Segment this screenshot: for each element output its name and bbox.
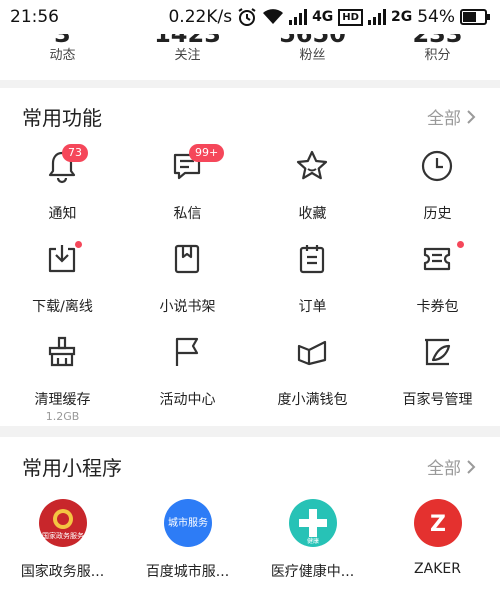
common-functions-more-link[interactable]: 全部 [427, 104, 476, 129]
func-label: 私信 [173, 206, 202, 222]
more-label: 全部 [427, 109, 461, 129]
network-type-1: 4G [312, 9, 334, 25]
func-label: 小说书架 [159, 299, 216, 315]
more-label: 全部 [427, 459, 461, 479]
status-bar: 21:56 0.22K/s 4G HD 2G 54% [0, 0, 500, 34]
mini-programs-card: 常用小程序 全部 国家政务服务 国家政务服... 城市服务 百度城市服... 健… [0, 437, 500, 603]
flag-icon [175, 337, 199, 366]
svg-text:健康: 健康 [307, 537, 319, 545]
mini-program-label: 国家政务服... [20, 564, 105, 580]
func-downloads[interactable]: 下载/离线 [0, 241, 125, 333]
status-indicators: 0.22K/s 4G HD 2G 54% [168, 7, 490, 27]
coupon-icon [423, 247, 451, 271]
medical-cross-icon: 健康 [289, 499, 337, 547]
stat-label: 粉丝 [299, 48, 326, 63]
signal-icon-2 [367, 9, 386, 25]
notification-badge: 73 [62, 144, 88, 162]
mini-program-medical[interactable]: 健康 医疗健康中... [250, 499, 375, 599]
zaker-icon: Z [414, 499, 462, 547]
wifi-icon [262, 8, 284, 26]
func-label: 度小满钱包 [277, 392, 348, 408]
new-dot [457, 241, 464, 248]
func-baijiahao[interactable]: 百家号管理 [375, 334, 500, 426]
func-label: 卡券包 [416, 299, 459, 315]
battery-icon [460, 9, 490, 25]
status-time: 21:56 [10, 7, 59, 27]
section-title: 常用小程序 [22, 456, 122, 480]
mini-program-zaker[interactable]: Z ZAKER [375, 499, 500, 599]
func-label: 清理缓存 [34, 392, 91, 408]
new-dot [75, 241, 82, 248]
func-notifications[interactable]: 73 通知 [0, 144, 125, 240]
wallet-icon [297, 340, 327, 366]
chevron-right-icon [467, 459, 476, 474]
svg-text:Z: Z [430, 512, 446, 537]
func-label: 百家号管理 [402, 392, 473, 408]
common-functions-card: 常用功能 全部 73 通知 99+ 私信 收藏 历史 下载/离线 小说书架 订单… [0, 88, 500, 426]
func-label: 历史 [423, 206, 452, 222]
clock-icon [421, 150, 453, 182]
baijiahao-icon [425, 338, 451, 366]
city-service-icon: 城市服务 [164, 499, 212, 547]
stat-label: 动态 [49, 48, 76, 63]
battery-percent: 54% [417, 7, 455, 27]
alarm-icon [237, 7, 257, 27]
signal-icon [289, 9, 308, 25]
profile-stats: 3 动态 1423 关注 5650 粉丝 233 积分 [0, 34, 500, 80]
func-messages[interactable]: 99+ 私信 [125, 144, 250, 240]
section-title: 常用功能 [22, 106, 102, 130]
mini-program-label: 医疗健康中... [270, 564, 355, 580]
func-label: 订单 [298, 299, 327, 315]
stat-label: 积分 [424, 48, 451, 63]
svg-text:国家政务服务: 国家政务服务 [42, 531, 84, 540]
hd-badge: HD [338, 8, 363, 26]
svg-text:城市服务: 城市服务 [168, 516, 208, 529]
func-novel-shelf[interactable]: 小说书架 [125, 241, 250, 333]
func-label: 下载/离线 [32, 299, 93, 315]
func-label: 通知 [48, 206, 77, 222]
func-wallet[interactable]: 度小满钱包 [250, 334, 375, 426]
func-clear-cache[interactable]: 清理缓存 1.2GB [0, 334, 125, 426]
func-coupons[interactable]: 卡券包 [375, 241, 500, 333]
func-label: 活动中心 [159, 392, 216, 408]
mini-programs-more-link[interactable]: 全部 [427, 454, 476, 479]
func-favorites[interactable]: 收藏 [250, 148, 375, 240]
national-emblem-icon: 国家政务服务 [39, 499, 87, 547]
mini-program-city-service[interactable]: 城市服务 百度城市服... [125, 499, 250, 599]
func-label: 收藏 [298, 206, 327, 222]
star-icon [296, 150, 328, 180]
mini-program-label: ZAKER [414, 561, 461, 577]
func-orders[interactable]: 订单 [250, 241, 375, 333]
cache-size: 1.2GB [45, 410, 80, 423]
mini-program-list: 国家政务服务 国家政务服... 城市服务 百度城市服... 健康 医疗健康中..… [0, 499, 500, 603]
message-badge: 99+ [189, 144, 225, 162]
book-icon [174, 244, 200, 274]
chevron-right-icon [467, 109, 476, 124]
func-history[interactable]: 历史 [375, 148, 500, 240]
network-type-2: 2G [390, 9, 413, 25]
stat-label: 关注 [174, 48, 201, 63]
network-speed: 0.22K/s [168, 7, 233, 27]
mini-program-label: 百度城市服... [145, 564, 230, 580]
broom-icon [48, 336, 76, 367]
mini-program-national-service[interactable]: 国家政务服务 国家政务服... [0, 499, 125, 599]
func-activity-center[interactable]: 活动中心 [125, 334, 250, 426]
order-icon [299, 245, 325, 274]
